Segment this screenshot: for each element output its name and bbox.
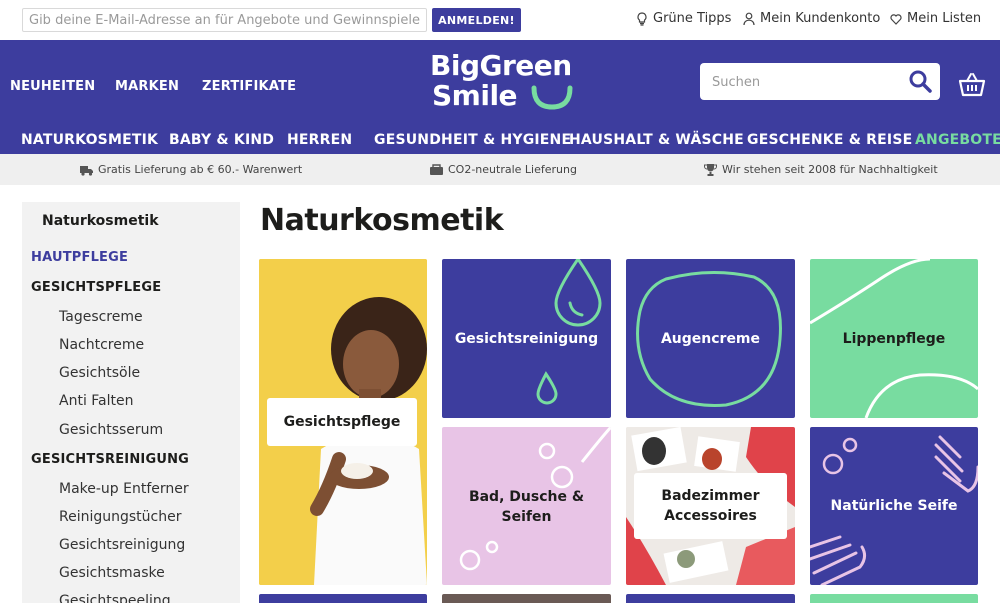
tile-next-row-2[interactable]: [442, 594, 611, 603]
site-logo[interactable]: BigGreen Smile: [430, 51, 580, 113]
lightbulb-icon: [637, 11, 647, 26]
site-header: NEUHEITEN MARKEN ZERTIFIKATE BigGreen Sm…: [0, 40, 1000, 154]
tile-lippenpflege[interactable]: Lippenpflege: [810, 259, 978, 418]
top-bar: ANMELDEN! Grüne Tipps Mein Kundenkonto M…: [0, 0, 1000, 40]
tile-augencreme[interactable]: Augencreme: [626, 259, 795, 418]
usp-free-delivery: Gratis Lieferung ab € 60.- Warenwert: [80, 163, 302, 176]
truck-icon: [80, 165, 93, 176]
usp-bar: Gratis Lieferung ab € 60.- Warenwert CO2…: [0, 154, 1000, 185]
nav-neuheiten[interactable]: NEUHEITEN: [10, 79, 95, 94]
sidebar-item-gesichtsoele[interactable]: Gesichtsöle: [59, 365, 140, 381]
tile-next-row-4[interactable]: [810, 594, 978, 603]
tile-next-row-1[interactable]: [259, 594, 427, 603]
sidebar-title: Naturkosmetik: [42, 213, 159, 229]
nav-zertifikate[interactable]: ZERTIFIKATE: [202, 79, 296, 94]
co2-icon: [430, 163, 443, 175]
my-lists-link[interactable]: Mein Listen: [890, 11, 981, 26]
sidebar-item-tagescreme[interactable]: Tagescreme: [59, 309, 143, 325]
search-input[interactable]: [712, 72, 897, 92]
heart-icon: [890, 13, 902, 25]
tile-next-row-3[interactable]: [626, 594, 795, 603]
logo-text-line2: Smile: [432, 79, 518, 112]
tile-lippenpflege-label: Lippenpflege: [842, 331, 946, 347]
sidebar-item-gesichtspeeling[interactable]: Gesichtspeeling: [59, 593, 171, 603]
sidebar-item-nachtcreme[interactable]: Nachtcreme: [59, 337, 144, 353]
trophy-icon: [704, 163, 717, 176]
category-gesundheit-hygiene[interactable]: GESUNDHEIT & HYGIENE: [374, 132, 571, 148]
customer-account-label: Mein Kundenkonto: [760, 11, 881, 26]
sidebar-item-gesichtsmaske[interactable]: Gesichtsmaske: [59, 565, 165, 581]
sidebar-item-anti-falten[interactable]: Anti Falten: [59, 393, 134, 409]
usp-sustainability: Wir stehen seit 2008 für Nachhaltigkeit: [704, 163, 938, 176]
tile-bad-dusche-seifen[interactable]: Bad, Dusche & Seifen: [442, 427, 611, 585]
usp-sustainability-text: Wir stehen seit 2008 für Nachhaltigkeit: [722, 163, 938, 176]
logo-text-line1: BigGreen: [430, 49, 572, 82]
category-baby-kind[interactable]: BABY & KIND: [169, 132, 274, 148]
category-sidebar: Naturkosmetik HAUTPFLEGE GESICHTSPFLEGE …: [22, 202, 240, 603]
category-angebote[interactable]: ANGEBOTE: [915, 132, 1000, 148]
green-tips-link[interactable]: Grüne Tipps: [636, 11, 731, 26]
tile-gesichtsreinigung[interactable]: Gesichtsreinigung: [442, 259, 611, 418]
page-title: Naturkosmetik: [260, 203, 504, 238]
tile-badezimmer-accessoires[interactable]: Badezimmer Accessoires: [626, 427, 795, 585]
smile-logo-icon: [531, 85, 573, 110]
newsletter-email-input[interactable]: [22, 8, 427, 32]
sidebar-item-gesichtsreinigung-group[interactable]: GESICHTSREINIGUNG: [31, 452, 189, 467]
my-lists-label: Mein Listen: [907, 11, 982, 26]
tile-natuerliche-seife[interactable]: Natürliche Seife: [810, 427, 978, 585]
search-icon[interactable]: [908, 69, 932, 93]
tile-gesichtsreinigung-label: Gesichtsreinigung: [454, 331, 599, 347]
category-naturkosmetik[interactable]: NATURKOSMETIK: [21, 132, 158, 148]
sidebar-item-gesichtsreinigung[interactable]: Gesichtsreinigung: [59, 537, 185, 553]
nav-marken[interactable]: MARKEN: [115, 79, 179, 94]
sidebar-item-gesichtspflege[interactable]: GESICHTSPFLEGE: [31, 280, 161, 295]
tile-badezimmer-accessoires-label: Badezimmer Accessoires: [634, 473, 787, 539]
cart-icon[interactable]: [958, 72, 986, 98]
tile-bad-dusche-seifen-label: Bad, Dusche & Seifen: [468, 489, 585, 525]
green-tips-label: Grüne Tipps: [653, 11, 732, 26]
tile-natuerliche-seife-label: Natürliche Seife: [830, 498, 958, 514]
newsletter-subscribe-button[interactable]: ANMELDEN!: [432, 8, 521, 32]
tile-gesichtspflege-label: Gesichtspflege: [267, 398, 417, 446]
usp-co2-neutral: CO2-neutrale Lieferung: [430, 163, 577, 176]
category-geschenke-reise[interactable]: GESCHENKE & REISE: [747, 132, 912, 148]
customer-account-link[interactable]: Mein Kundenkonto: [743, 11, 880, 26]
sidebar-item-make-up-entferner[interactable]: Make-up Entferner: [59, 481, 189, 497]
sidebar-item-gesichtsserum[interactable]: Gesichtsserum: [59, 422, 163, 438]
category-haushalt-waesche[interactable]: HAUSHALT & WÄSCHE: [569, 132, 744, 148]
category-herren[interactable]: HERREN: [287, 132, 352, 148]
usp-co2-text: CO2-neutrale Lieferung: [448, 163, 577, 176]
sidebar-item-hautpflege[interactable]: HAUTPFLEGE: [31, 250, 128, 265]
sidebar-item-reinigungstuecher[interactable]: Reinigungstücher: [59, 509, 181, 525]
tile-gesichtspflege[interactable]: Gesichtspflege: [259, 259, 427, 585]
user-icon: [743, 12, 755, 25]
tile-augencreme-label: Augencreme: [660, 331, 761, 347]
usp-free-delivery-text: Gratis Lieferung ab € 60.- Warenwert: [98, 163, 303, 176]
search-box: [700, 63, 940, 100]
